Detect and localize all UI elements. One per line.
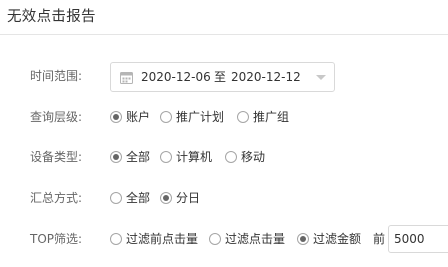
aggregation-label: 汇总方式:: [30, 191, 83, 205]
query-level-row: 查询层级: 账户 推广计划 推广组: [0, 105, 448, 129]
calendar-icon: [120, 72, 133, 84]
top-filter-row: TOP筛选: 过滤前点击量 过滤点击量 过滤金额 前: [0, 225, 448, 253]
time-range-label: 时间范围:: [30, 69, 83, 83]
date-separator: 至: [214, 70, 227, 84]
date-range-picker[interactable]: 2020-12-06 至 2020-12-12: [110, 62, 335, 92]
radio-icon-checked: [160, 192, 172, 204]
radio-icon-checked: [110, 111, 122, 123]
radio-icon: [209, 233, 221, 245]
time-range-row: 时间范围: 2020-12-06 至 2020-12-12: [0, 62, 448, 92]
date-dropdown-button[interactable]: [306, 63, 334, 91]
aggregation-row: 汇总方式: 全部 分日: [0, 186, 448, 210]
top-count-input[interactable]: [388, 225, 448, 253]
date-end: 2020-12-12: [231, 70, 301, 84]
title-divider: [0, 34, 448, 35]
radio-icon: [160, 111, 172, 123]
query-level-label: 查询层级:: [30, 110, 83, 124]
top-filter-label: TOP筛选:: [30, 232, 83, 246]
radio-icon: [110, 192, 122, 204]
date-start: 2020-12-06: [141, 70, 211, 84]
radio-icon-checked: [110, 151, 122, 163]
device-type-label: 设备类型:: [30, 150, 83, 164]
chevron-down-icon: [316, 75, 326, 80]
device-type-row: 设备类型: 全部 计算机 移动: [0, 145, 448, 169]
radio-icon: [110, 233, 122, 245]
radio-icon-checked: [297, 233, 309, 245]
radio-icon: [160, 151, 172, 163]
page-title: 无效点击报告: [7, 9, 96, 25]
top-prefix-label: 前: [373, 232, 386, 246]
radio-icon: [237, 111, 249, 123]
radio-icon: [225, 151, 237, 163]
